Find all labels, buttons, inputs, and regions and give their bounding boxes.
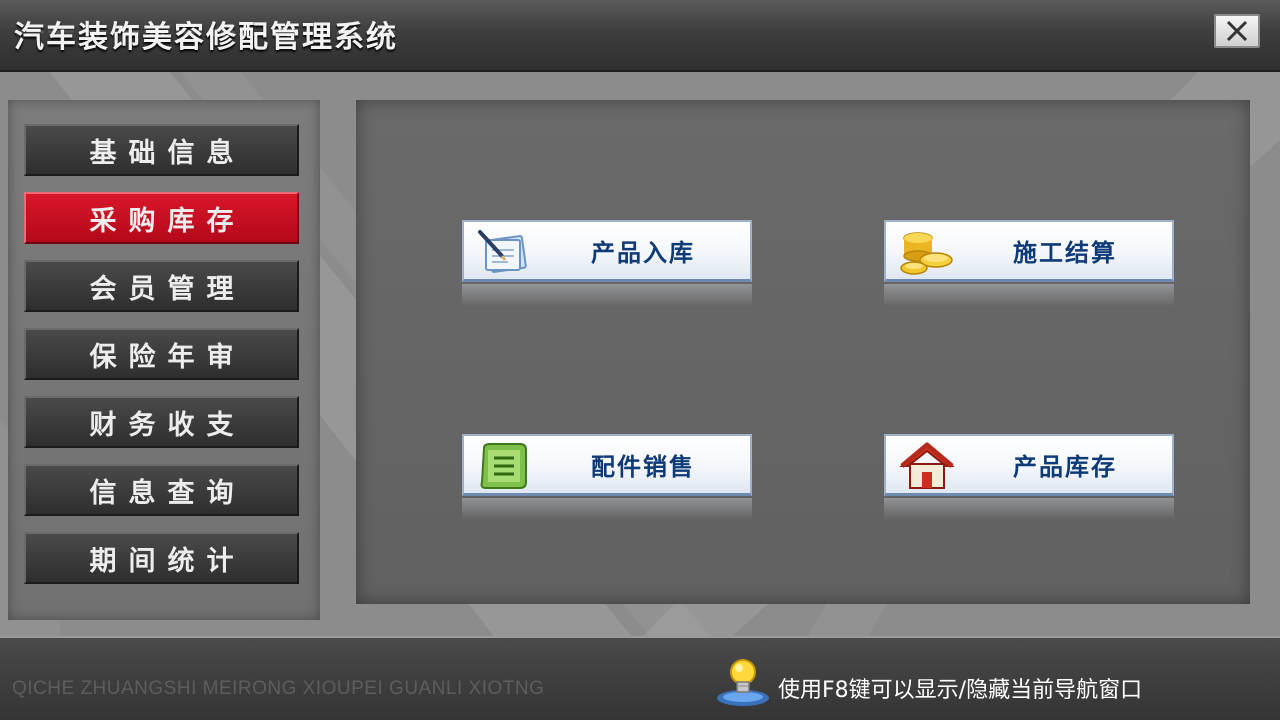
footer-bar: QICHE ZHUANGSHI MEIRONG XIOUPEI GUANLI X… — [0, 636, 1280, 720]
receipt-list-icon — [480, 443, 527, 489]
nav-item-label: 保险年审 — [89, 341, 246, 373]
product-inventory-label: 产品库存 — [1013, 453, 1117, 481]
nav-item-basic-info[interactable]: 基础信息 — [24, 124, 299, 176]
nav-item-label: 财务收支 — [89, 409, 246, 441]
nav-item-member-management[interactable]: 会员管理 — [24, 260, 299, 312]
nav-item-insurance-inspection[interactable]: 保险年审 — [24, 328, 299, 380]
button-reflection — [884, 498, 1174, 520]
nav-item-info-query[interactable]: 信息查询 — [24, 464, 299, 516]
title-bar: 汽车装饰美容修配管理系统 汽车装饰美容修配管理系统 — [0, 0, 1280, 72]
nav-item-label: 信息查询 — [89, 477, 246, 509]
app-title-reflection: 汽车装饰美容修配管理系统 — [14, 28, 398, 46]
footer-tip-text: 使用F8键可以显示/隐藏当前导航窗口 — [778, 678, 1143, 703]
product-inventory-button[interactable]: 产品库存 — [884, 434, 1174, 496]
product-inbound-label: 产品入库 — [591, 239, 695, 267]
content-panel: 产品入库 施工结算 配件销售 产品库存 — [356, 100, 1250, 604]
nav-list: 基础信息 采购库存 会员管理 保险年审 财务收支 信息查询 期间统计 — [24, 124, 299, 600]
footer-pinyin-subtitle: QICHE ZHUANGSHI MEIRONG XIOUPEI GUANLI X… — [12, 678, 545, 699]
nav-item-period-statistics[interactable]: 期间统计 — [24, 532, 299, 584]
close-button[interactable] — [1214, 14, 1260, 48]
document-pen-icon — [478, 230, 527, 273]
button-reflection — [462, 498, 752, 520]
nav-item-label: 会员管理 — [89, 273, 246, 305]
construction-settlement-button[interactable]: 施工结算 — [884, 220, 1174, 282]
coins-icon — [900, 232, 953, 275]
nav-item-label: 期间统计 — [89, 545, 246, 577]
nav-item-label: 采购库存 — [89, 205, 246, 237]
parts-sales-label: 配件销售 — [591, 453, 695, 481]
nav-item-purchase-inventory[interactable]: 采购库存 — [24, 192, 299, 244]
button-reflection — [884, 284, 1174, 306]
button-reflection — [462, 284, 752, 306]
lightbulb-icon — [717, 659, 769, 706]
product-inbound-button[interactable]: 产品入库 — [462, 220, 752, 282]
parts-sales-button[interactable]: 配件销售 — [462, 434, 752, 496]
nav-item-label: 基础信息 — [89, 137, 246, 169]
close-icon — [1226, 20, 1248, 42]
house-icon — [899, 442, 955, 489]
nav-item-finance[interactable]: 财务收支 — [24, 396, 299, 448]
construction-settlement-label: 施工结算 — [1013, 239, 1117, 267]
nav-panel: 基础信息 采购库存 会员管理 保险年审 财务收支 信息查询 期间统计 — [8, 100, 320, 620]
app-window: 汽车装饰美容修配管理系统 汽车装饰美容修配管理系统 基础信息 采购库存 会员管理… — [0, 0, 1280, 720]
